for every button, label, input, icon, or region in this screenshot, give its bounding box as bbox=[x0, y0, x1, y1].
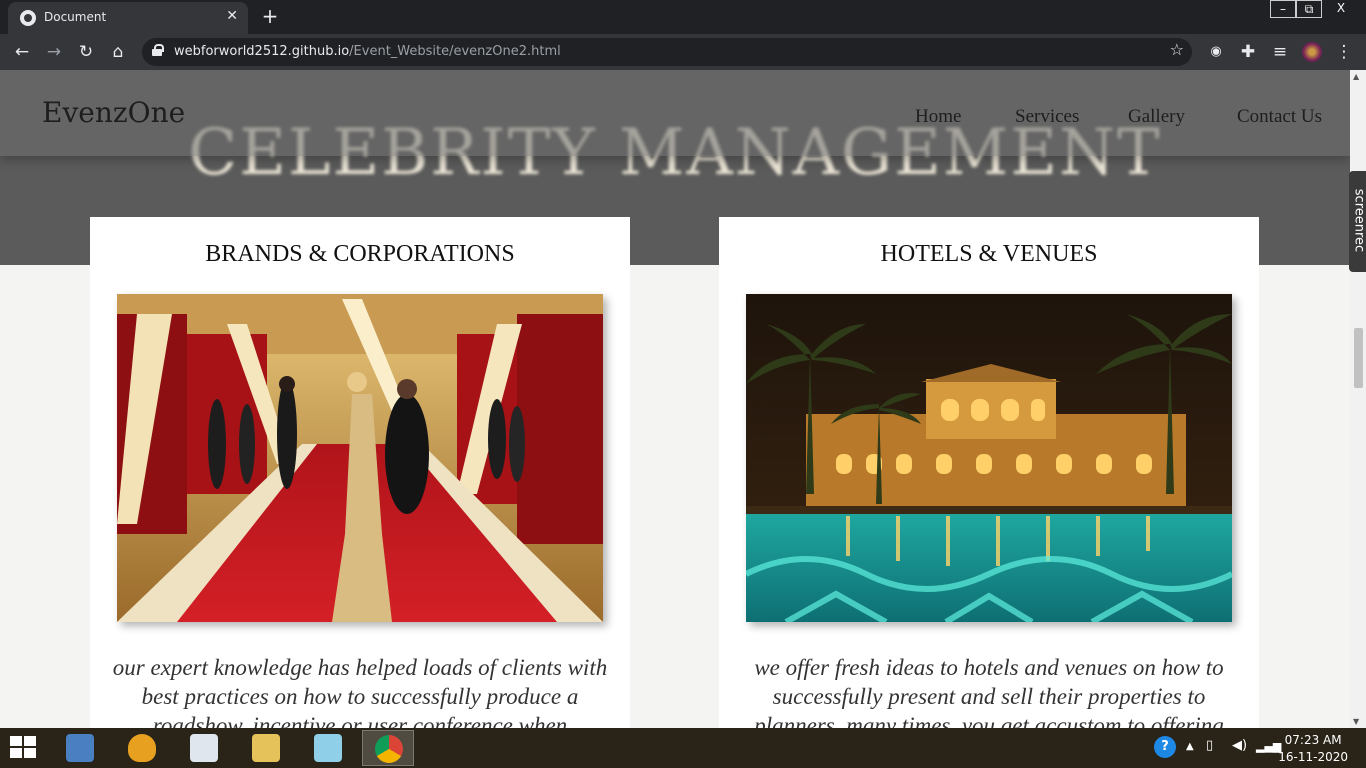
page-scrollbar[interactable]: ▲ ▼ bbox=[1350, 70, 1366, 728]
url-text[interactable]: webforworld2512.github.io/Event_Website/… bbox=[174, 44, 561, 59]
tab-title: Document bbox=[44, 10, 107, 24]
volume-icon[interactable]: ◀) bbox=[1232, 738, 1247, 753]
remote-desktop-icon[interactable] bbox=[54, 730, 106, 766]
reload-icon[interactable]: ↻ bbox=[74, 40, 98, 64]
screenrec-widget[interactable]: screenrec bbox=[1349, 171, 1366, 272]
nav-services[interactable]: Services bbox=[1015, 106, 1079, 128]
puzzle-extensions-icon[interactable]: ✚ bbox=[1236, 40, 1260, 64]
restore-button[interactable]: ⧉ bbox=[1296, 0, 1322, 18]
nav-home[interactable]: Home bbox=[915, 106, 961, 128]
bookmark-star-icon[interactable]: ☆ bbox=[1170, 40, 1184, 59]
hotel-pool-photo bbox=[746, 294, 1232, 622]
address-bar[interactable]: webforworld2512.github.io/Event_Website/… bbox=[142, 38, 1192, 66]
url-path: /Event_Website/evenzOne2.html bbox=[349, 44, 561, 59]
site-navbar: EvenzOne Home Services Gallery Contact U… bbox=[0, 70, 1350, 156]
forward-icon[interactable]: → bbox=[42, 40, 66, 64]
notes-icon[interactable] bbox=[302, 730, 354, 766]
menu-kebab-icon[interactable]: ⋮ bbox=[1332, 40, 1356, 64]
new-tab-button[interactable]: + bbox=[258, 4, 282, 28]
card-heading: BRANDS & CORPORATIONS bbox=[205, 241, 515, 267]
clock-time: 07:23 AM bbox=[1284, 733, 1342, 747]
scroll-down-arrow-icon[interactable]: ▼ bbox=[1353, 717, 1359, 726]
tray-expand-icon[interactable]: ▲ bbox=[1186, 741, 1194, 752]
screenrec-label: screenrec bbox=[1351, 188, 1366, 253]
media-control-icon[interactable]: ≡ bbox=[1268, 40, 1292, 64]
windows-start-icon[interactable] bbox=[10, 736, 38, 760]
browser-tab[interactable]: Document ✕ bbox=[8, 2, 248, 34]
network-icon[interactable]: ▯ bbox=[1206, 738, 1213, 753]
help-icon[interactable]: ? bbox=[1154, 736, 1176, 758]
home-icon[interactable]: ⌂ bbox=[106, 40, 130, 64]
windows-taskbar: ? ▲ ▯ ◀) ▂▄▆ 07:23 AM 16-11-2020 bbox=[0, 728, 1366, 768]
back-icon[interactable]: ← bbox=[10, 40, 34, 64]
scrollbar-thumb[interactable] bbox=[1354, 328, 1363, 388]
extension-icon[interactable]: ◉ bbox=[1204, 40, 1228, 64]
red-carpet-illustration bbox=[117, 294, 603, 622]
service-card-brands: BRANDS & CORPORATIONS our expert knowled… bbox=[90, 217, 630, 728]
nav-contact-us[interactable]: Contact Us bbox=[1237, 106, 1322, 128]
profile-avatar[interactable] bbox=[1300, 40, 1324, 64]
nav-gallery[interactable]: Gallery bbox=[1128, 106, 1185, 128]
card-description: our expert knowledge has helped loads of… bbox=[112, 655, 608, 728]
site-logo[interactable]: EvenzOne bbox=[42, 96, 185, 129]
globe-icon bbox=[20, 10, 36, 26]
presentation-icon[interactable] bbox=[178, 730, 230, 766]
close-tab-icon[interactable]: ✕ bbox=[226, 8, 238, 24]
minimize-button[interactable]: – bbox=[1270, 0, 1296, 18]
lock-icon bbox=[152, 44, 164, 56]
file-explorer-icon[interactable] bbox=[240, 730, 292, 766]
info-shield-icon[interactable] bbox=[116, 730, 168, 766]
browser-tab-strip: Document ✕ + – ⧉ X bbox=[0, 0, 1366, 34]
chrome-icon[interactable] bbox=[362, 730, 414, 766]
hotel-pool-illustration bbox=[746, 294, 1232, 622]
browser-toolbar: ← → ↻ ⌂ webforworld2512.github.io/Event_… bbox=[0, 34, 1366, 70]
card-heading: HOTELS & VENUES bbox=[880, 241, 1098, 267]
service-card-hotels: HOTELS & VENUES we offer fresh ideas to … bbox=[719, 217, 1259, 728]
red-carpet-photo bbox=[117, 294, 603, 622]
taskbar-clock[interactable]: 07:23 AM 16-11-2020 bbox=[1278, 732, 1348, 766]
clock-date: 16-11-2020 bbox=[1278, 750, 1348, 764]
page-viewport: CELEBRITY MANAGEMENT EvenzOne Home Servi… bbox=[0, 70, 1350, 728]
scroll-up-arrow-icon[interactable]: ▲ bbox=[1353, 72, 1359, 81]
close-window-button[interactable]: X bbox=[1322, 0, 1360, 18]
card-description: we offer fresh ideas to hotels and venue… bbox=[754, 655, 1224, 728]
url-host: webforworld2512.github.io bbox=[174, 44, 350, 59]
